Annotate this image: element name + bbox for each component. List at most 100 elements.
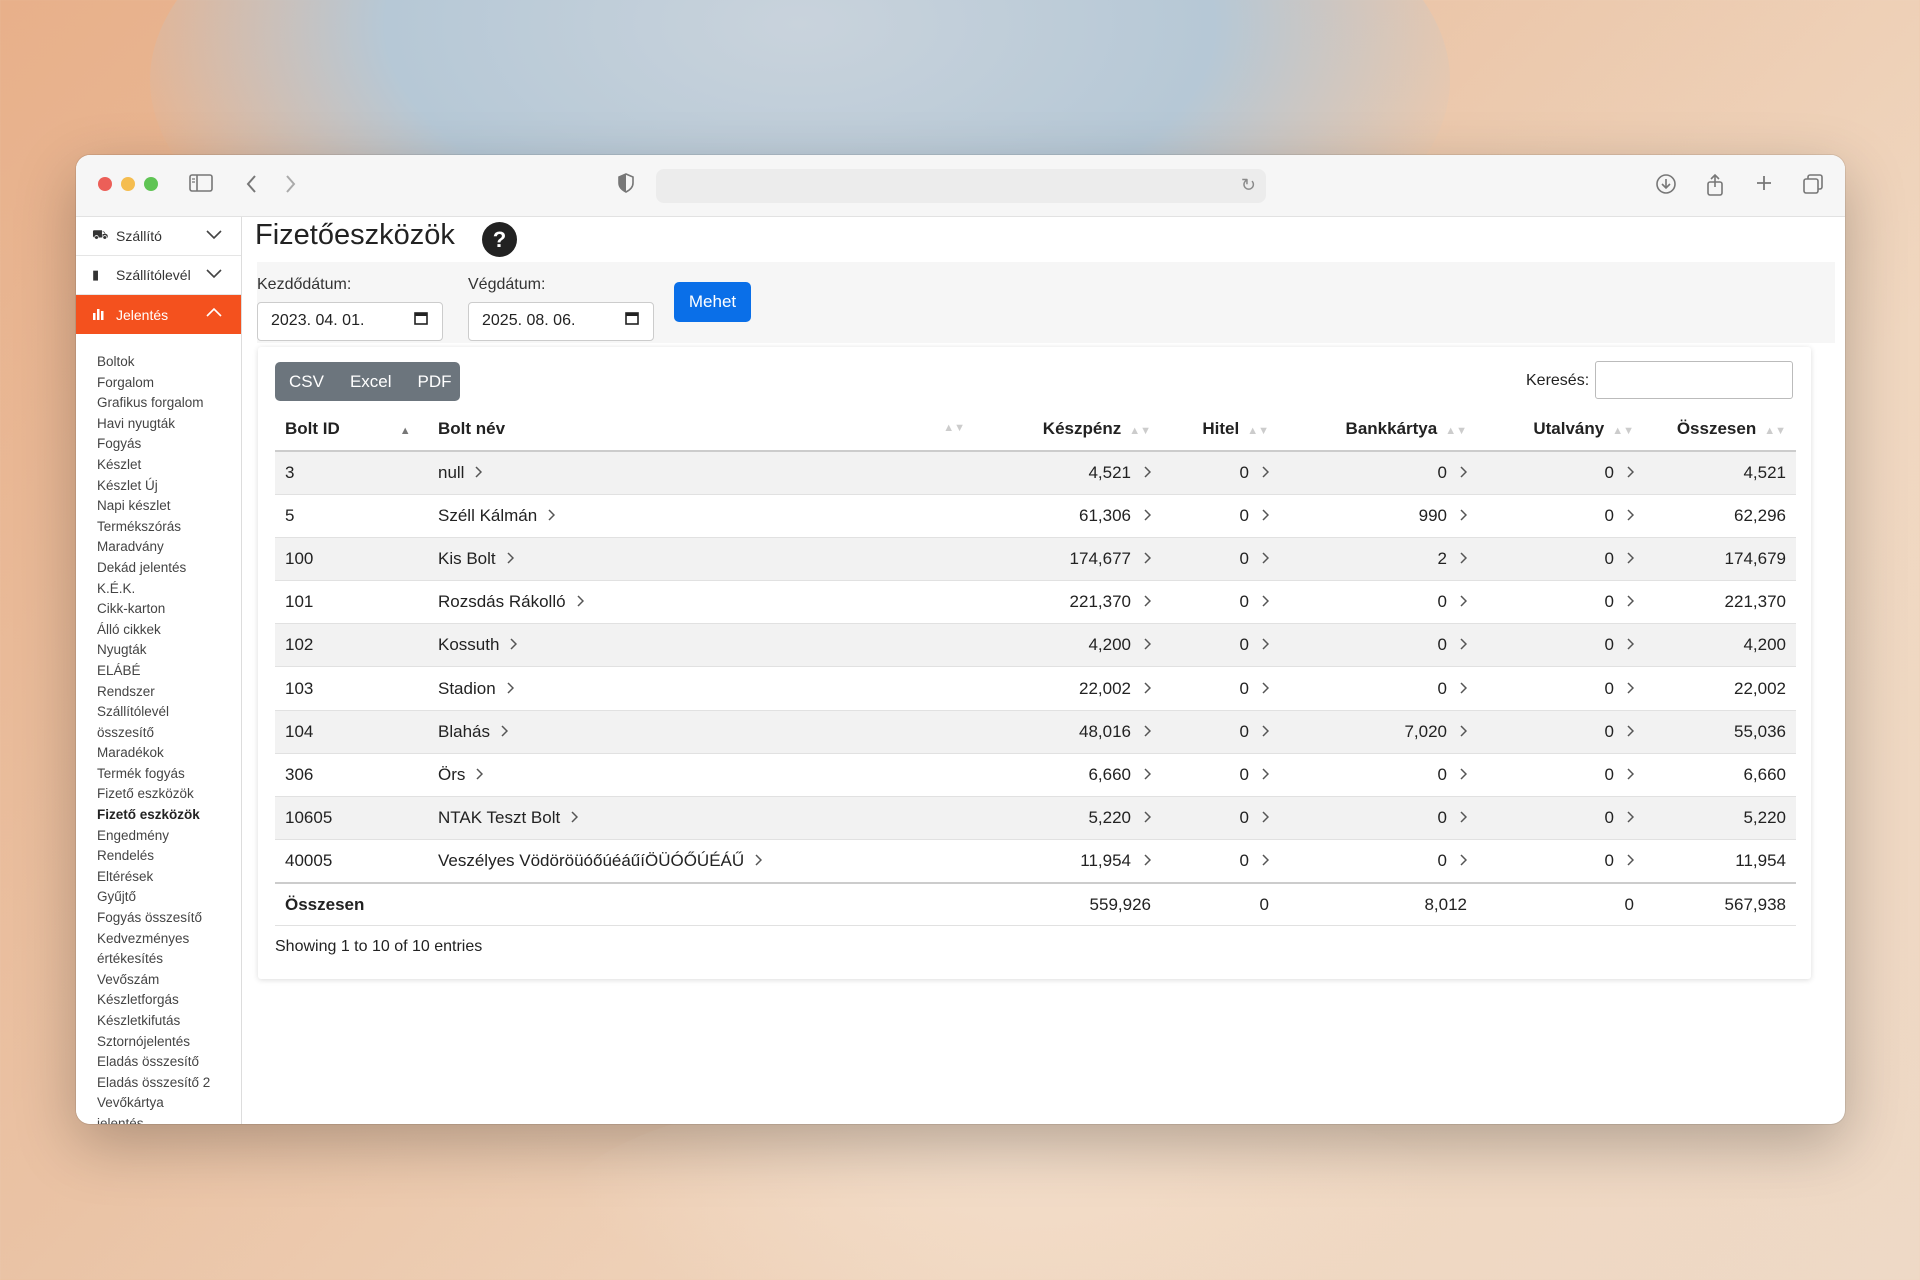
sidebar-subitem[interactable]: Dekád jelentés xyxy=(97,558,241,579)
table-cell[interactable]: 0 xyxy=(1477,839,1644,884)
chevron-right-icon[interactable] xyxy=(509,637,519,655)
chevron-right-icon[interactable] xyxy=(1457,465,1468,483)
table-cell[interactable]: 0 xyxy=(1477,710,1644,754)
column-header-bolt-nev[interactable]: Bolt név ▲▼ xyxy=(428,408,973,452)
table-row[interactable]: 101 Rozsdás Rákolló 221,370 0 0 0 221,370 xyxy=(275,580,1796,625)
sidebar-subitem[interactable]: összesítő xyxy=(97,723,241,744)
table-row[interactable]: 100 Kis Bolt 174,677 0 2 0 174,679 xyxy=(275,537,1796,582)
table-cell[interactable]: 0 xyxy=(1477,753,1644,798)
chevron-right-icon[interactable] xyxy=(1624,810,1635,828)
chevron-right-icon[interactable] xyxy=(474,465,484,483)
table-row[interactable]: 103 Stadion 22,002 0 0 0 22,002 xyxy=(275,666,1796,711)
chevron-right-icon[interactable] xyxy=(475,767,485,785)
table-cell[interactable]: 0 xyxy=(1477,623,1644,668)
sidebar-toggle-icon[interactable] xyxy=(188,173,214,199)
table-cell[interactable]: 0 xyxy=(1161,580,1279,625)
chevron-right-icon[interactable] xyxy=(1259,853,1270,871)
table-row[interactable]: 40005 Veszélyes VödöröüóőúéáűíÖÜÓŐÚÉÁŰ 11,… xyxy=(275,839,1796,884)
sidebar-subitem[interactable]: Gyűjtő xyxy=(97,887,241,908)
table-cell[interactable]: 0 xyxy=(1161,623,1279,668)
chevron-right-icon[interactable] xyxy=(1259,551,1270,569)
sidebar-subitem[interactable]: Eltérések xyxy=(97,867,241,888)
table-cell[interactable]: 0 xyxy=(1477,451,1644,495)
sidebar-subitem[interactable]: Készletforgás xyxy=(97,990,241,1011)
table-cell[interactable]: 5,220 xyxy=(973,796,1161,841)
sidebar-subitem[interactable]: Fogyás xyxy=(97,434,241,455)
chevron-right-icon[interactable] xyxy=(1141,551,1152,569)
table-cell[interactable]: NTAK Teszt Bolt xyxy=(428,796,973,841)
table-cell[interactable]: 0 xyxy=(1161,666,1279,711)
column-header-bankkartya[interactable]: Bankkártya ▲▼ xyxy=(1279,408,1477,452)
sidebar-subitem[interactable]: Forgalom xyxy=(97,373,241,394)
table-cell[interactable]: 221,370 xyxy=(973,580,1161,625)
table-cell[interactable]: 0 xyxy=(1279,753,1477,798)
table-cell[interactable]: Veszélyes VödöröüóőúéáűíÖÜÓŐÚÉÁŰ xyxy=(428,839,973,884)
downloads-icon[interactable] xyxy=(1653,173,1679,199)
table-cell[interactable]: 0 xyxy=(1161,451,1279,495)
table-cell[interactable]: 0 xyxy=(1279,623,1477,668)
chevron-right-icon[interactable] xyxy=(1141,681,1152,699)
chevron-right-icon[interactable] xyxy=(1624,724,1635,742)
table-row[interactable]: 306 Örs 6,660 0 0 0 6,660 xyxy=(275,753,1796,798)
table-cell[interactable]: Kossuth xyxy=(428,623,973,668)
table-cell[interactable]: 0 xyxy=(1161,796,1279,841)
sidebar-subitem[interactable]: Álló cikkek xyxy=(97,620,241,641)
table-cell[interactable]: 0 xyxy=(1279,839,1477,884)
sidebar-menu-szallitolevel[interactable]: ▮ Szállítólevél xyxy=(76,256,241,295)
table-cell[interactable]: 61,306 xyxy=(973,494,1161,538)
table-cell[interactable]: 2 xyxy=(1279,537,1477,582)
sidebar-subitem[interactable]: Fogyás összesítő xyxy=(97,908,241,929)
forward-icon[interactable] xyxy=(277,173,303,199)
table-cell[interactable]: 0 xyxy=(1161,839,1279,884)
help-icon[interactable]: ? xyxy=(482,222,517,257)
chevron-right-icon[interactable] xyxy=(506,681,516,699)
table-cell[interactable]: 0 xyxy=(1279,580,1477,625)
sidebar-subitem[interactable]: Vevőkártya xyxy=(97,1093,241,1114)
sidebar-subitem[interactable]: Vevőszám xyxy=(97,970,241,991)
calendar-icon[interactable] xyxy=(414,311,428,330)
table-row[interactable]: 10605 NTAK Teszt Bolt 5,220 0 0 0 5,220 xyxy=(275,796,1796,841)
sidebar-subitem[interactable]: Nyugták xyxy=(97,640,241,661)
table-cell[interactable]: 0 xyxy=(1161,537,1279,582)
start-date-input[interactable]: 2023. 04. 01. xyxy=(257,302,443,341)
chevron-right-icon[interactable] xyxy=(1141,465,1152,483)
column-header-keszpenz[interactable]: Készpénz ▲▼ xyxy=(973,408,1161,452)
table-cell[interactable]: null xyxy=(428,451,973,495)
table-cell[interactable]: 0 xyxy=(1279,666,1477,711)
chevron-right-icon[interactable] xyxy=(1457,681,1468,699)
table-row[interactable]: 3 null 4,521 0 0 0 4,521 xyxy=(275,451,1796,495)
chevron-right-icon[interactable] xyxy=(1624,681,1635,699)
pdf-export-button[interactable]: PDF xyxy=(418,372,452,392)
table-row[interactable]: 104 Blahás 48,016 0 7,020 0 55,036 xyxy=(275,710,1796,754)
chevron-right-icon[interactable] xyxy=(500,724,510,742)
table-cell[interactable]: Rozsdás Rákolló xyxy=(428,580,973,625)
sidebar-subitem[interactable]: Termék fogyás xyxy=(97,764,241,785)
table-cell[interactable]: 0 xyxy=(1161,494,1279,538)
table-cell[interactable]: 0 xyxy=(1161,710,1279,754)
sidebar-subitem[interactable]: Eladás összesítő xyxy=(97,1052,241,1073)
chevron-right-icon[interactable] xyxy=(1141,767,1152,785)
chevron-right-icon[interactable] xyxy=(1457,508,1468,526)
chevron-right-icon[interactable] xyxy=(1457,637,1468,655)
sidebar-subitem[interactable]: Boltok xyxy=(97,352,241,373)
sidebar-subitem[interactable]: ELÁBÉ xyxy=(97,661,241,682)
close-window-button[interactable] xyxy=(98,177,112,191)
chevron-right-icon[interactable] xyxy=(1457,594,1468,612)
table-cell[interactable]: Stadion xyxy=(428,666,973,711)
table-cell[interactable]: 0 xyxy=(1477,494,1644,538)
table-cell[interactable]: 48,016 xyxy=(973,710,1161,754)
chevron-right-icon[interactable] xyxy=(1457,853,1468,871)
calendar-icon[interactable] xyxy=(625,311,639,330)
chevron-right-icon[interactable] xyxy=(1259,681,1270,699)
chevron-right-icon[interactable] xyxy=(1259,465,1270,483)
table-cell[interactable]: Blahás xyxy=(428,710,973,754)
sidebar-menu-jelentes[interactable]: Jelentés xyxy=(76,295,241,334)
share-icon[interactable] xyxy=(1702,173,1728,199)
maximize-window-button[interactable] xyxy=(144,177,158,191)
chevron-right-icon[interactable] xyxy=(1141,508,1152,526)
chevron-right-icon[interactable] xyxy=(570,810,580,828)
table-cell[interactable]: Széll Kálmán xyxy=(428,494,973,538)
sidebar-subitem[interactable]: Rendelés xyxy=(97,846,241,867)
chevron-right-icon[interactable] xyxy=(1141,853,1152,871)
sidebar-subitem[interactable]: Eladás összesítő 2 xyxy=(97,1073,241,1094)
